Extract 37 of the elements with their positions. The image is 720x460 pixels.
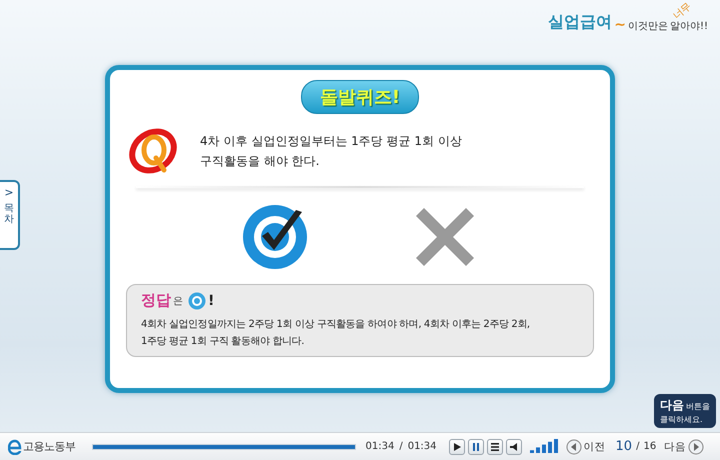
logo-note: 너무 [670, 0, 694, 22]
tooltip-text: 버튼을 [686, 401, 710, 412]
speaker-button[interactable] [506, 438, 522, 454]
speaker-icon [508, 442, 519, 452]
q-icon [128, 126, 178, 176]
tilde: ~ [614, 17, 626, 33]
tooltip-text: 클릭하세요. [660, 414, 704, 425]
total-pages: 16 [643, 441, 656, 452]
brand-name: 고용노동부 [23, 439, 76, 454]
e-logo-icon [8, 438, 22, 454]
logo-subtitle: 이것만은 [628, 20, 668, 33]
answer-particle: 은 [173, 294, 183, 308]
pause-button[interactable] [468, 438, 484, 454]
exclamation: ! [208, 292, 214, 308]
contents-tab[interactable]: > 목차 [0, 180, 20, 250]
menu-icon [490, 442, 500, 452]
time-total: 01:34 [408, 441, 437, 452]
menu-button[interactable] [486, 438, 503, 454]
time-separator: / [399, 441, 403, 452]
time-current: 01:34 [366, 441, 394, 452]
play-icon [452, 442, 462, 452]
logo-subtitle: 알아야!! [670, 21, 708, 32]
o-answer-icon [188, 292, 206, 310]
explanation-text: 4회차 실업인정일까지는 2주당 1회 이상 구직활동을 하여야 하며, 4회차 이후는 2주당 2회, 1주당 평균 1회 구직 활동해야 합니다. [141, 318, 531, 349]
quiz-title: 돌발퀴즈! [300, 80, 420, 114]
tooltip-keyword: 다음 [660, 397, 684, 414]
o-option-checked-icon[interactable] [240, 202, 310, 272]
previous-button[interactable]: 이전 [566, 438, 606, 454]
current-page: 10 [616, 439, 632, 454]
next-button[interactable]: 다음 [664, 438, 704, 454]
play-button[interactable] [448, 438, 465, 454]
pause-icon [470, 442, 481, 452]
logo-title: 실업급여 [548, 12, 612, 33]
page-separator: / [636, 441, 640, 452]
question-text: 4차 이후 실업인정일부터는 1주당 평균 1회 이상 구직활동을 해야 한다. [200, 133, 462, 170]
answer-label: 정답 [141, 291, 171, 310]
volume-meter[interactable] [530, 438, 558, 454]
